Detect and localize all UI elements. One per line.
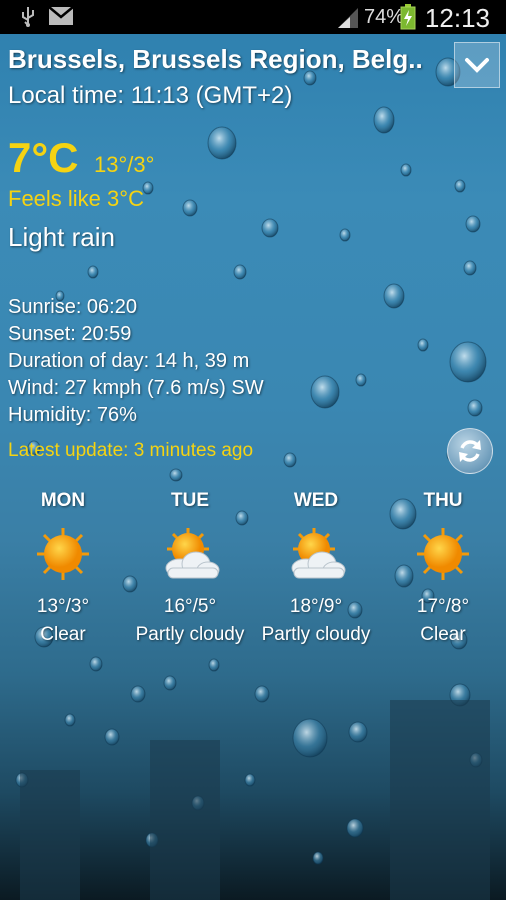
feels-like: Feels like 3°C xyxy=(8,186,144,211)
forecast-day-wed: WED 18°/9° Partly cloudy xyxy=(256,490,376,646)
forecast-condition: Partly cloudy xyxy=(135,624,245,645)
sun-icon xyxy=(383,522,503,586)
sunset-text: Sunset: 20:59 xyxy=(8,323,132,345)
current-condition: Light rain xyxy=(8,222,115,252)
high-low-temperature: 13°/3° xyxy=(94,152,155,177)
chevron-down-icon xyxy=(465,58,489,73)
day-duration-text: Duration of day: 14 h, 39 m xyxy=(8,350,250,372)
usb-icon xyxy=(20,6,36,33)
forecast-condition: Clear xyxy=(420,624,466,645)
refresh-icon xyxy=(459,440,481,462)
partly-cloudy-icon xyxy=(256,522,376,586)
wind-text: Wind: 27 kmph (7.6 m/s) SW xyxy=(8,377,264,399)
forecast-day-name: THU xyxy=(423,490,463,511)
forecast-day-name: MON xyxy=(40,490,86,511)
status-bar: 74% 12:13 xyxy=(0,0,506,34)
forecast-day-mon: MON 13°/3° Clear xyxy=(3,490,123,646)
clock: 12:13 xyxy=(424,3,490,33)
current-temperature: 7°C xyxy=(8,134,79,181)
forecast-day-tue: TUE 16°/5° Partly cloudy xyxy=(130,490,250,646)
partly-cloudy-icon xyxy=(130,522,250,586)
humidity-text: Humidity: 76% xyxy=(8,404,137,426)
forecast-temps: 16°/5° xyxy=(163,596,217,617)
battery-percent: 74% xyxy=(364,6,405,28)
location-title: Brussels, Brussels Region, Belg.. xyxy=(8,44,423,74)
signal-icon xyxy=(336,5,360,34)
forecast-day-name: WED xyxy=(293,490,339,511)
latest-update: Latest update: 3 minutes ago xyxy=(8,440,254,461)
forecast-temps: 13°/3° xyxy=(36,596,90,617)
sun-icon xyxy=(3,522,123,586)
sunrise-text: Sunrise: 06:20 xyxy=(8,296,137,318)
forecast-condition: Partly cloudy xyxy=(261,624,371,645)
weather-panel: Brussels, Brussels Region, Belg.. Local … xyxy=(0,34,506,900)
refresh-button[interactable] xyxy=(447,428,493,474)
gmail-icon xyxy=(48,6,74,31)
forecast-day-thu: THU 17°/8° Clear xyxy=(383,490,503,646)
battery-charging-icon xyxy=(400,4,416,35)
forecast-day-name: TUE xyxy=(171,490,209,511)
forecast-condition: Clear xyxy=(40,624,86,645)
forecast-temps: 18°/9° xyxy=(289,596,343,617)
local-time: Local time: 11:13 (GMT+2) xyxy=(8,82,293,109)
forecast-temps: 17°/8° xyxy=(416,596,470,617)
location-dropdown-button[interactable] xyxy=(454,42,500,88)
